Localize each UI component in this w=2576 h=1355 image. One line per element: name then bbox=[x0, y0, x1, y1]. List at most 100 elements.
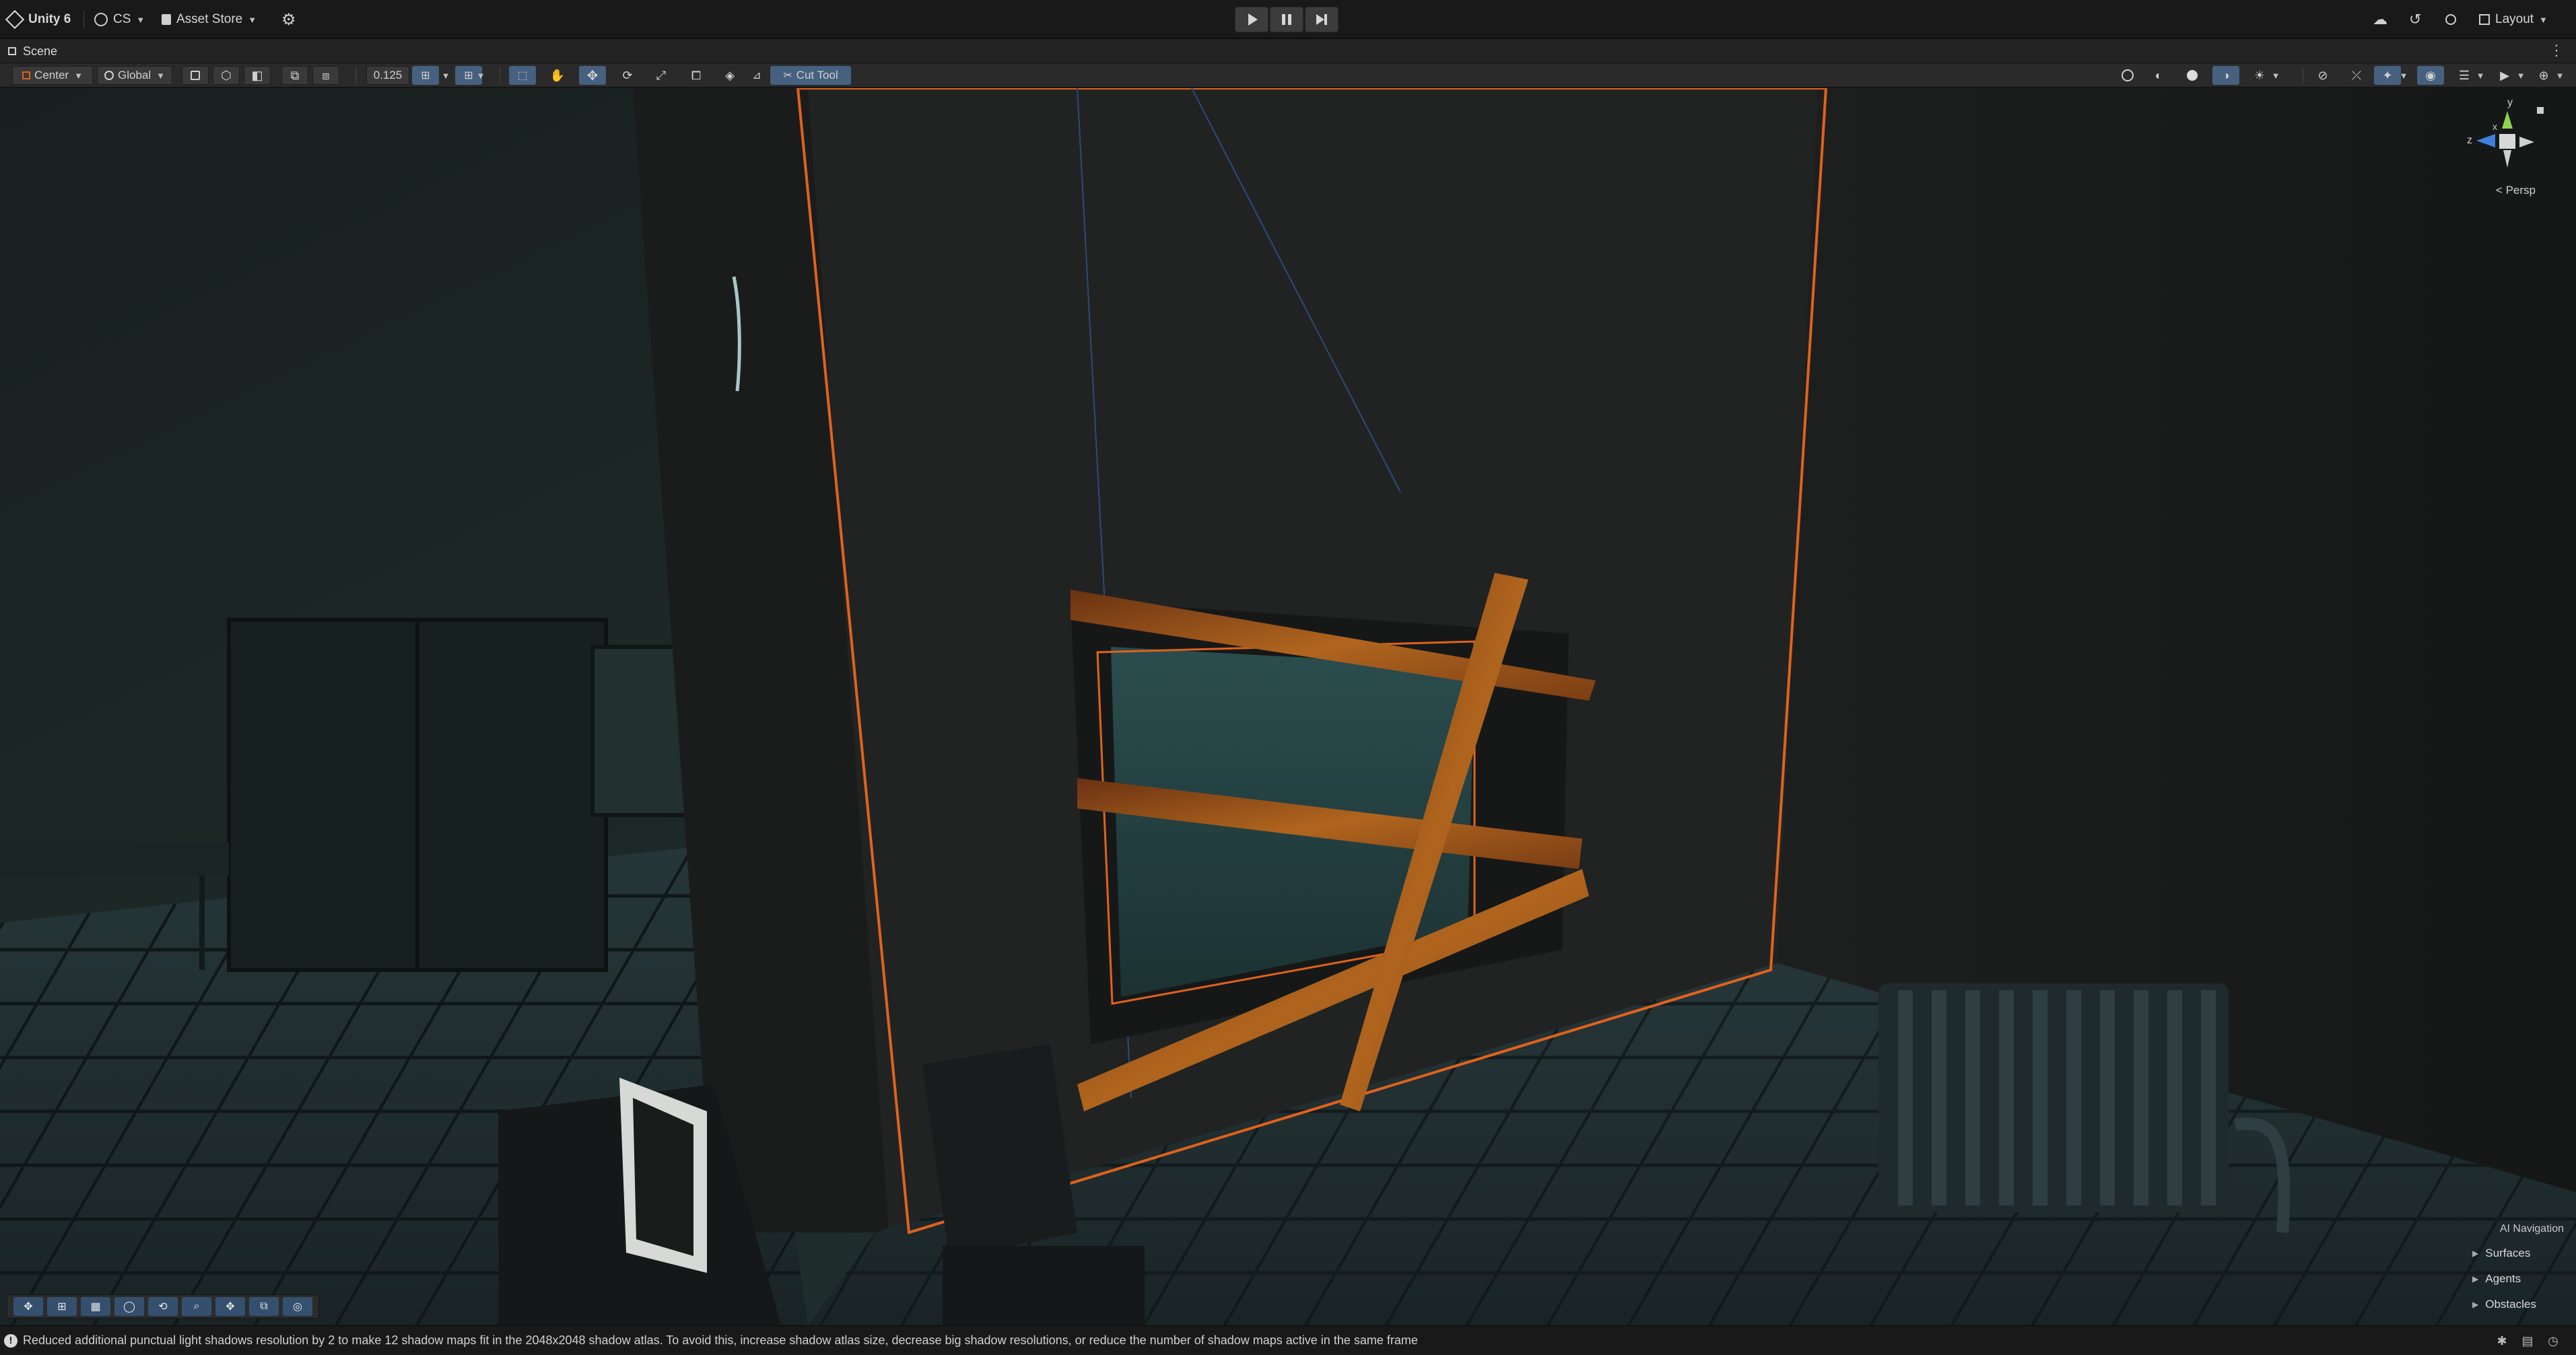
cloud-button[interactable]: ☁ bbox=[2373, 7, 2387, 32]
gear-icon: ⚙ bbox=[281, 10, 296, 29]
rotate-icon: ⟳ bbox=[622, 68, 633, 82]
tab-scene[interactable]: Scene bbox=[8, 39, 57, 63]
projection-toggle[interactable]: < Persp bbox=[2496, 184, 2536, 197]
ai-nav-agents[interactable]: ▶ Agents bbox=[2466, 1266, 2567, 1292]
2d-toggle-button[interactable]: ◐ bbox=[2145, 66, 2172, 85]
transform-tool-button[interactable]: ◈ bbox=[716, 66, 743, 85]
compass-icon: ◎ bbox=[293, 1301, 302, 1313]
pivot-mode-label: Center bbox=[34, 69, 69, 81]
audio-toggle-button[interactable]: ◑ bbox=[2212, 66, 2239, 85]
debug-icon[interactable]: ✱ bbox=[2495, 1334, 2509, 1348]
grid-options-dropdown[interactable]: ▼ bbox=[474, 66, 487, 85]
pivot-mode-dropdown[interactable]: Center ▼ bbox=[12, 66, 93, 85]
status-check-icon[interactable]: ◷ bbox=[2546, 1334, 2560, 1348]
tools-icon: ✦ bbox=[2382, 68, 2393, 82]
hand-tool-button[interactable]: ✋ bbox=[544, 66, 571, 85]
scene-render[interactable] bbox=[0, 88, 2576, 1325]
visibility-off-icon: ⊘ bbox=[2317, 68, 2328, 82]
ai-nav-surfaces[interactable]: ▶ Surfaces bbox=[2466, 1241, 2567, 1266]
cut-tool-button[interactable]: ✂ Cut Tool bbox=[770, 66, 851, 85]
pan-button[interactable]: ✥ bbox=[215, 1297, 245, 1316]
snap-button[interactable]: ⬡ bbox=[213, 66, 240, 85]
select-icon: ⬚ bbox=[517, 70, 528, 81]
camera-options-dropdown[interactable]: ▼ bbox=[2514, 66, 2528, 85]
ai-navigation-title: AI Navigation bbox=[2499, 1223, 2564, 1235]
face-mode-button[interactable]: ◯ bbox=[114, 1297, 144, 1316]
gizmo-y-axis[interactable] bbox=[2502, 111, 2513, 129]
box-icon: ◧ bbox=[251, 68, 263, 82]
settings-button[interactable]: ◎ bbox=[283, 1297, 312, 1316]
grid-snap-value: 0.125 bbox=[373, 69, 403, 81]
globe-options-dropdown[interactable]: ▼ bbox=[2553, 66, 2567, 85]
progress-icon[interactable]: ▤ bbox=[2521, 1334, 2534, 1348]
gizmo-z-axis[interactable] bbox=[2476, 134, 2495, 147]
view-tool-button[interactable]: ⬚ bbox=[509, 66, 536, 85]
rotate-tool-button[interactable]: ⟳ bbox=[614, 66, 641, 85]
search-button[interactable] bbox=[2445, 7, 2456, 32]
snap-increment-icon: ⧉ bbox=[290, 68, 300, 82]
status-message[interactable]: Reduced additional punctual light shadow… bbox=[23, 1333, 1418, 1348]
chevron-down-icon: ▼ bbox=[74, 70, 83, 81]
play-button[interactable] bbox=[1235, 7, 1268, 32]
grid-visibility-button[interactable] bbox=[182, 66, 209, 85]
scene-viewport[interactable]: y z x < Persp AI Navigation ▶ Surfaces ▶… bbox=[0, 88, 2576, 1325]
orientation-button[interactable]: ◧ bbox=[244, 66, 271, 85]
chevron-right-icon: ▶ bbox=[2472, 1249, 2479, 1258]
chevron-down-icon: ▼ bbox=[2399, 70, 2408, 81]
layers-options-dropdown[interactable]: ▼ bbox=[2474, 66, 2487, 85]
orientation-gizmo[interactable]: y z x bbox=[2462, 95, 2549, 196]
bag-icon bbox=[162, 14, 171, 25]
effects-options-dropdown[interactable]: ▼ bbox=[2269, 66, 2282, 85]
gizmo-neg-y-axis[interactable] bbox=[2503, 150, 2511, 168]
incremental-snap-button[interactable]: ⧉ bbox=[281, 66, 308, 85]
zoom-button[interactable]: ⌕ bbox=[182, 1297, 211, 1316]
lock-icon[interactable] bbox=[2537, 107, 2544, 114]
pivot-rotation-dropdown[interactable]: Global ▼ bbox=[97, 66, 172, 85]
lighting-toggle-button[interactable] bbox=[2179, 66, 2206, 85]
rect-tool-button[interactable]: ⧠ bbox=[683, 66, 710, 85]
asset-store-dropdown[interactable]: Asset Store ▼ bbox=[162, 7, 257, 32]
uv-mode-button[interactable]: ⟲ bbox=[148, 1297, 178, 1316]
scene-visibility-toggle[interactable]: ◉ bbox=[2417, 66, 2444, 85]
scene-camera-button[interactable]: ⤫ bbox=[2343, 66, 2370, 85]
tab-strip: Scene ⋮ bbox=[0, 39, 2576, 63]
account-dropdown[interactable]: CS ▼ bbox=[94, 7, 145, 32]
vertex-mode-button[interactable]: ⊞ bbox=[47, 1297, 77, 1316]
move-icon: ✥ bbox=[226, 1301, 235, 1313]
layout-label: Layout bbox=[2495, 12, 2534, 26]
vertex-snap-button[interactable]: ⧈ bbox=[312, 66, 339, 85]
globe-icon: ⊕ bbox=[2538, 68, 2549, 82]
gizmo-neg-x-axis[interactable] bbox=[2519, 137, 2534, 147]
kebab-menu-icon[interactable]: ⋮ bbox=[2549, 42, 2564, 59]
pause-button[interactable] bbox=[1270, 7, 1303, 32]
layout-dropdown[interactable]: Layout ▼ bbox=[2479, 7, 2548, 32]
gizmo-x-label: x bbox=[2493, 121, 2497, 132]
scale-tool-button[interactable]: ⤢ bbox=[648, 66, 675, 85]
circle-icon: ◯ bbox=[123, 1301, 135, 1313]
object-mode-button[interactable]: ✥ bbox=[13, 1297, 43, 1316]
move-tool-button[interactable]: ✥ bbox=[579, 66, 606, 85]
unity-account-menu[interactable]: Unity 6 bbox=[5, 7, 71, 32]
snap-toggle-button[interactable]: ⊞ bbox=[412, 66, 439, 85]
ai-nav-obstacles[interactable]: ▶ Obstacles bbox=[2466, 1292, 2567, 1317]
grid-snap-value-field[interactable]: 0.125 bbox=[366, 66, 409, 85]
gizmos-dropdown[interactable]: ▼ bbox=[2397, 66, 2410, 85]
snap-options-dropdown[interactable]: ▼ bbox=[439, 66, 452, 85]
custom-tool-button[interactable]: ⊿ bbox=[750, 66, 764, 85]
scale-icon: ⤢ bbox=[656, 68, 667, 82]
edge-mode-button[interactable]: ▦ bbox=[81, 1297, 110, 1316]
chair-seat bbox=[943, 1246, 1145, 1325]
step-button[interactable] bbox=[1305, 7, 1338, 32]
undo-history-button[interactable]: ↺ bbox=[2409, 7, 2421, 32]
cube-icon: ⬡ bbox=[221, 68, 232, 82]
hidden-objects-toggle[interactable]: ⊘ bbox=[2309, 66, 2336, 85]
chevron-right-icon: ▶ bbox=[2472, 1300, 2479, 1309]
cloud-icon: ☁ bbox=[2373, 11, 2387, 28]
gizmo-center[interactable] bbox=[2499, 134, 2515, 149]
play-icon bbox=[1248, 13, 1258, 26]
chevron-down-icon: ▼ bbox=[2476, 70, 2485, 81]
frame-button[interactable]: ⧉ bbox=[249, 1297, 279, 1316]
cloud-services-button[interactable]: ⚙ bbox=[281, 7, 296, 32]
draw-mode-button[interactable] bbox=[2114, 66, 2141, 85]
cut-tool-label: Cut Tool bbox=[796, 69, 838, 81]
